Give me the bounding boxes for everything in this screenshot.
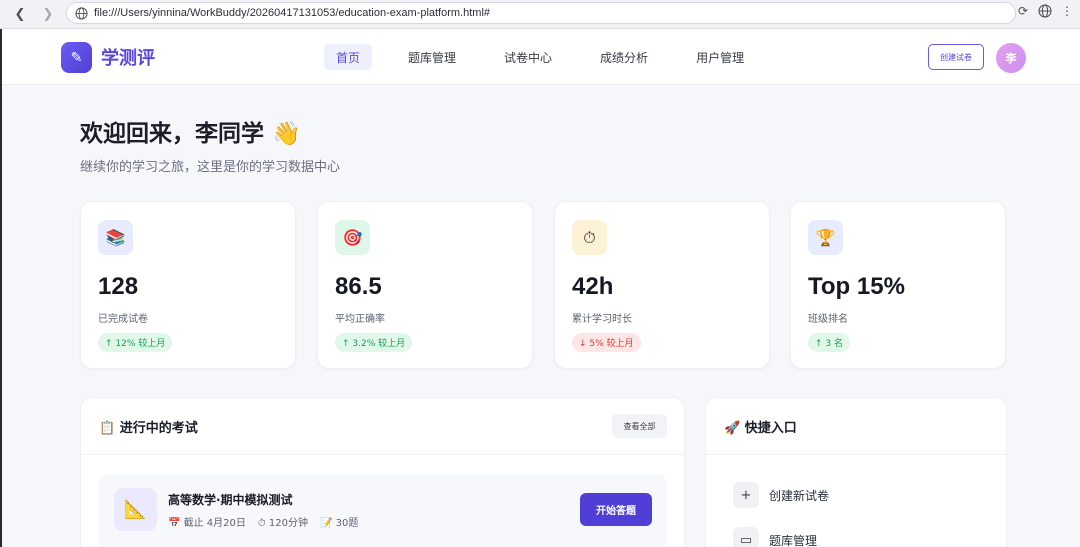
exam-duration: ⏱ 120分钟 [257, 518, 308, 529]
page-title: 欢迎回来，李同学 👋 [80, 121, 301, 147]
stat-value: 42h [572, 273, 614, 300]
trophy-icon: 🏆 [808, 220, 843, 255]
stat-label: 已完成试卷 [98, 314, 148, 325]
translate-globe-icon[interactable] [1038, 4, 1052, 18]
books-icon: 📚 [98, 220, 133, 255]
stat-label: 班级排名 [808, 314, 848, 325]
panel-title: 🚀 快捷入口 [724, 421, 797, 436]
main-nav: 首页 题库管理 试卷中心 成绩分析 用户管理 [324, 44, 780, 70]
nav-item-papers[interactable]: 试卷中心 [492, 44, 564, 70]
stopwatch-icon: ⏱ [572, 220, 607, 255]
stat-card-study-time: ⏱ 42h 累计学习时长 ↓ 5% 较上月 [554, 201, 770, 369]
stat-value: Top 15% [808, 273, 905, 300]
more-menu-icon[interactable]: ⋮ [1060, 4, 1074, 18]
panel-header: 📋 进行中的考试 查看全部 [81, 398, 684, 455]
url-text[interactable]: file:///Users/yinnina/WorkBuddy/20260417… [94, 7, 490, 19]
globe-icon [75, 6, 88, 20]
trend-badge: ↑ 3 名 [808, 333, 850, 352]
exam-list-item[interactable]: 📐 高等数学·期中模拟测试 📅 截止 4月20日 ⏱ 120分钟 📝 30题 开… [99, 474, 667, 547]
back-icon[interactable]: ❮ [9, 3, 31, 25]
stat-label: 平均正确率 [335, 314, 385, 325]
quick-item-create-paper[interactable]: + 创建新试卷 [733, 482, 829, 508]
nav-item-home[interactable]: 首页 [324, 44, 373, 70]
brand-name[interactable]: 学测评 [101, 44, 155, 70]
nav-item-analytics[interactable]: 成绩分析 [588, 44, 660, 70]
stat-value: 128 [98, 273, 139, 300]
avatar[interactable]: 李 [996, 43, 1026, 73]
app-header: ✎ 学测评 首页 题库管理 试卷中心 成绩分析 用户管理 创建试卷 李 [2, 29, 1080, 85]
panel-header: 🚀 快捷入口 [706, 398, 1006, 455]
stat-card-accuracy: 🎯 86.5 平均正确率 ↑ 3.2% 较上月 [317, 201, 533, 369]
page-subtitle: 继续你的学习之旅，这里是你的学习数据中心 [80, 160, 341, 175]
ongoing-exams-panel: 📋 进行中的考试 查看全部 📐 高等数学·期中模拟测试 📅 截止 4月20日 ⏱… [80, 397, 685, 547]
stat-card-completed: 📚 128 已完成试卷 ↑ 12% 较上月 [80, 201, 296, 369]
panel-title: 📋 进行中的考试 [99, 421, 198, 436]
quick-item-label: 创建新试卷 [769, 488, 830, 503]
target-icon: 🎯 [335, 220, 370, 255]
quick-item-label: 题库管理 [769, 533, 818, 547]
nav-item-users[interactable]: 用户管理 [684, 44, 756, 70]
exam-question-count: 📝 30题 [319, 518, 359, 529]
view-all-button[interactable]: 查看全部 [612, 414, 667, 438]
stat-value: 86.5 [335, 273, 382, 300]
nav-item-question-bank[interactable]: 题库管理 [396, 44, 468, 70]
plus-icon: + [733, 482, 759, 508]
reload-icon[interactable]: ⟳ [1016, 4, 1030, 18]
trend-badge: ↑ 12% 较上月 [98, 333, 173, 352]
create-paper-button[interactable]: 创建试卷 [928, 44, 984, 70]
forward-icon[interactable]: ❯ [37, 3, 59, 25]
trend-badge: ↑ 3.2% 较上月 [335, 333, 413, 352]
browser-toolbar: ❮ ❯ file:///Users/yinnina/WorkBuddy/2026… [0, 0, 1080, 29]
exam-deadline: 📅 截止 4月20日 [168, 518, 246, 529]
start-exam-button[interactable]: 开始答题 [580, 493, 652, 526]
folder-icon: ▭ [733, 527, 759, 547]
exam-name[interactable]: 高等数学·期中模拟测试 [168, 491, 293, 508]
window-edge [0, 29, 2, 547]
quick-item-question-bank[interactable]: ▭ 题库管理 [733, 527, 817, 547]
exam-meta: 📅 截止 4月20日 ⏱ 120分钟 📝 30题 [168, 514, 358, 529]
quick-entry-panel: 🚀 快捷入口 + 创建新试卷 ▭ 题库管理 [705, 397, 1007, 547]
address-bar[interactable]: file:///Users/yinnina/WorkBuddy/20260417… [66, 2, 1016, 24]
notepad-icon[interactable]: ✎ [61, 42, 92, 73]
stat-label: 累计学习时长 [572, 314, 632, 325]
trend-badge: ↓ 5% 较上月 [572, 333, 641, 352]
stat-card-rank: 🏆 Top 15% 班级排名 ↑ 3 名 [790, 201, 1006, 369]
triangle-ruler-icon: 📐 [114, 488, 157, 531]
